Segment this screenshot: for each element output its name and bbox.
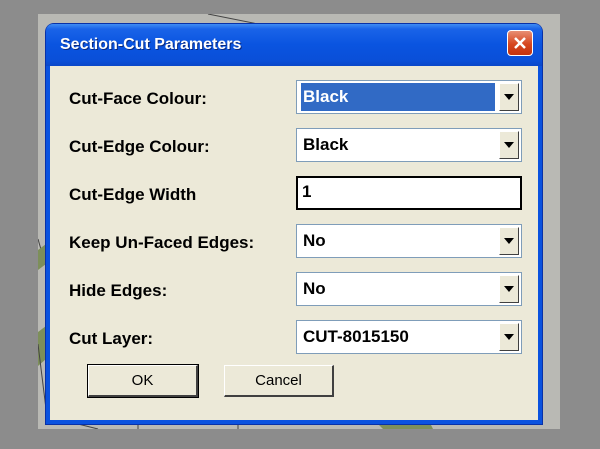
cut-edge-width-label: Cut-Edge Width [69, 185, 197, 204]
row-cut-edge-colour: Cut-Edge Colour: Black [50, 128, 538, 164]
cut-face-colour-value: Black [301, 83, 495, 111]
dropdown-arrow-button[interactable] [499, 83, 519, 111]
cut-face-colour-dropdown[interactable]: Black [296, 80, 522, 114]
dialog-client-area: Cut-Face Colour: Black Cut-Edge Colour: … [50, 66, 538, 420]
chevron-down-icon [504, 286, 514, 292]
row-keep-unfaced-edges: Keep Un-Faced Edges: No [50, 224, 538, 260]
row-cut-edge-width: Cut-Edge Width 1 [50, 176, 538, 212]
hide-edges-value: No [303, 279, 326, 298]
title-bar[interactable]: Section-Cut Parameters [46, 24, 542, 66]
dropdown-arrow-button[interactable] [499, 227, 519, 255]
hide-edges-label: Hide Edges: [69, 281, 168, 300]
close-button[interactable] [507, 30, 533, 56]
cut-layer-value: CUT-8015150 [303, 327, 409, 346]
keep-unfaced-edges-label: Keep Un-Faced Edges: [69, 233, 255, 252]
chevron-down-icon [504, 238, 514, 244]
dropdown-arrow-button[interactable] [499, 131, 519, 159]
section-cut-dialog: Section-Cut Parameters Cut-Face Colour: … [46, 24, 542, 424]
dropdown-arrow-button[interactable] [499, 323, 519, 351]
cut-edge-colour-value: Black [303, 135, 349, 154]
row-hide-edges: Hide Edges: No [50, 272, 538, 308]
cut-edge-width-input[interactable]: 1 [296, 176, 522, 210]
cut-layer-dropdown[interactable]: CUT-8015150 [296, 320, 522, 354]
hide-edges-dropdown[interactable]: No [296, 272, 522, 306]
row-cut-face-colour: Cut-Face Colour: Black [50, 80, 538, 116]
dropdown-arrow-button[interactable] [499, 275, 519, 303]
chevron-down-icon [504, 142, 514, 148]
chevron-down-icon [504, 94, 514, 100]
keep-unfaced-edges-value: No [303, 231, 326, 250]
ok-button[interactable]: OK [87, 364, 199, 398]
cut-edge-colour-label: Cut-Edge Colour: [69, 137, 210, 156]
cut-face-colour-label: Cut-Face Colour: [69, 89, 207, 108]
cut-edge-colour-dropdown[interactable]: Black [296, 128, 522, 162]
cut-layer-label: Cut Layer: [69, 329, 154, 348]
keep-unfaced-edges-dropdown[interactable]: No [296, 224, 522, 258]
row-cut-layer: Cut Layer: CUT-8015150 [50, 320, 538, 356]
cancel-button[interactable]: Cancel [224, 365, 334, 397]
chevron-down-icon [504, 334, 514, 340]
close-icon [514, 37, 526, 49]
dialog-title: Section-Cut Parameters [60, 36, 242, 53]
